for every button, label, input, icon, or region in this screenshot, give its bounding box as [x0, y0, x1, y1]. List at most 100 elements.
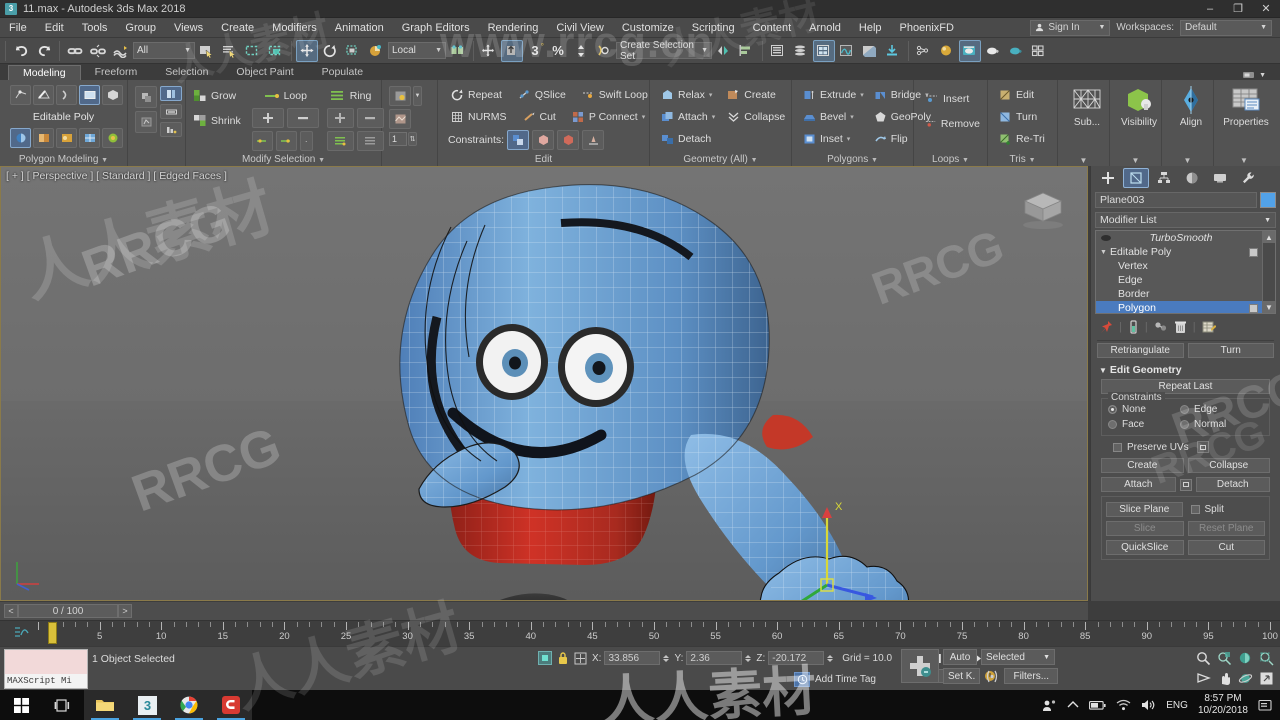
- panel-label-edit[interactable]: Edit: [438, 154, 649, 165]
- cut-button[interactable]: Cut: [1188, 540, 1266, 555]
- ribbon-tab-populate[interactable]: Populate: [308, 65, 377, 80]
- scroll-down-button[interactable]: ▼: [1263, 301, 1275, 313]
- loop-button[interactable]: Loop: [252, 86, 319, 105]
- maximize-viewport-icon[interactable]: [1257, 669, 1276, 687]
- loop-shrink-button[interactable]: [287, 108, 319, 128]
- redo-button[interactable]: [33, 40, 55, 62]
- time-tag-icon[interactable]: [794, 672, 810, 687]
- zoom-extents-icon[interactable]: [1236, 649, 1255, 667]
- start-button[interactable]: [0, 690, 42, 720]
- constraint-edge-button[interactable]: [532, 130, 554, 150]
- open-mini-curve-editor-icon[interactable]: [14, 626, 30, 642]
- fill-selection-button[interactable]: [135, 111, 157, 133]
- remove-button[interactable]: Remove: [922, 114, 983, 133]
- panel-label-polygon-modeling[interactable]: Polygon Modeling ▼: [0, 154, 127, 165]
- menu-item-rendering[interactable]: Rendering: [479, 18, 548, 38]
- battery-icon[interactable]: [1089, 700, 1106, 711]
- set-material-id-button[interactable]: [389, 86, 411, 106]
- constraint-face-radio[interactable]: Face: [1108, 419, 1170, 430]
- visibility-button[interactable]: Visibility: [1114, 82, 1164, 150]
- panel-label-polygons[interactable]: Polygons ▼: [792, 154, 913, 165]
- stack-item-polygon[interactable]: Polygon: [1096, 301, 1262, 314]
- chevron-down-icon[interactable]: ▾: [850, 113, 854, 121]
- show-hidden-icons-icon[interactable]: [1067, 700, 1079, 710]
- menu-item-create[interactable]: Create: [212, 18, 263, 38]
- camtasia-button[interactable]: [210, 690, 252, 720]
- x-spinner[interactable]: [663, 655, 669, 662]
- p-connect-button[interactable]: P Connect ▾: [569, 107, 648, 126]
- window-crossing-toggle-icon[interactable]: [265, 40, 287, 62]
- nurms-button[interactable]: NURMS: [448, 107, 510, 126]
- z-spinner[interactable]: [827, 655, 833, 662]
- loop-shift-left-button[interactable]: [252, 131, 273, 151]
- motion-tab[interactable]: [1179, 168, 1205, 188]
- utilities-tab[interactable]: [1235, 168, 1261, 188]
- zoom-region-icon[interactable]: [1257, 649, 1276, 667]
- modifier-stack[interactable]: TurboSmooth ▼ Editable Poly Vertex Edge …: [1095, 230, 1276, 314]
- menu-item-group[interactable]: Group: [116, 18, 165, 38]
- align-dropdown[interactable]: ▼: [1162, 156, 1213, 165]
- particle-view-icon[interactable]: [913, 40, 935, 62]
- ring-settings-button[interactable]: [357, 131, 384, 151]
- split-checkbox[interactable]: Split: [1191, 504, 1266, 515]
- wifi-icon[interactable]: [1116, 699, 1131, 711]
- select-and-place-icon[interactable]: [365, 40, 387, 62]
- retri-button[interactable]: Re-Tri: [996, 129, 1053, 148]
- collapse-button[interactable]: Collapse: [724, 107, 788, 126]
- angle-snap-toggle-icon[interactable]: 3 °: [524, 40, 546, 62]
- auto-key-button[interactable]: Auto: [943, 649, 977, 665]
- detach-button[interactable]: Detach: [658, 129, 718, 148]
- select-similar-button[interactable]: [135, 86, 157, 108]
- percent-snap-toggle-icon[interactable]: %: [547, 40, 569, 62]
- panel-label-modify-selection[interactable]: Modify Selection ▼: [186, 154, 381, 165]
- menu-item-civil-view[interactable]: Civil View: [547, 18, 612, 38]
- loop-options-button[interactable]: ·: [300, 131, 313, 151]
- menu-item-customize[interactable]: Customize: [613, 18, 683, 38]
- chevron-down-icon[interactable]: ▾: [709, 91, 713, 99]
- chevron-down-icon[interactable]: ▾: [712, 113, 716, 121]
- pin-stack-icon[interactable]: [1099, 320, 1113, 334]
- selection-settings-button[interactable]: [160, 122, 182, 137]
- menu-item-views[interactable]: Views: [165, 18, 212, 38]
- detach-button[interactable]: Detach: [1196, 477, 1271, 492]
- volume-icon[interactable]: [1141, 699, 1156, 711]
- create-button[interactable]: Create: [1101, 458, 1184, 473]
- file-explorer-button[interactable]: [84, 690, 126, 720]
- zoom-icon[interactable]: [1194, 649, 1213, 667]
- named-selection-set-combo[interactable]: Create Selection Set ▼: [616, 42, 712, 59]
- qslice-button[interactable]: QSlice: [515, 85, 569, 104]
- reference-coordinate-combo[interactable]: Local ▼: [388, 42, 446, 59]
- z-input[interactable]: -20.172: [768, 651, 824, 665]
- attach-button[interactable]: Attach ▾: [658, 107, 718, 126]
- x-input[interactable]: 33.856: [604, 651, 660, 665]
- pan-view-icon[interactable]: [1215, 669, 1234, 687]
- people-icon[interactable]: [1042, 699, 1057, 712]
- maxscript-output-pane[interactable]: [5, 650, 87, 674]
- similar-selection-button[interactable]: [160, 104, 182, 119]
- display-tab[interactable]: [1207, 168, 1233, 188]
- constraint-none-button[interactable]: [507, 130, 529, 150]
- align-icon[interactable]: [736, 40, 758, 62]
- visibility-dropdown[interactable]: ▼: [1110, 156, 1161, 165]
- scene-explorer-icon[interactable]: [790, 40, 812, 62]
- material-id-spinner[interactable]: ⇅: [408, 132, 417, 146]
- constraint-none-radio[interactable]: None: [1108, 404, 1170, 415]
- sign-in-button[interactable]: Sign In ▼: [1030, 20, 1110, 36]
- render-production-icon[interactable]: [1005, 40, 1027, 62]
- chevron-down-icon[interactable]: ▾: [860, 91, 864, 99]
- constraint-face-button[interactable]: [557, 130, 579, 150]
- menu-item-file[interactable]: File: [0, 18, 36, 38]
- 3dsmax-button[interactable]: 3: [126, 690, 168, 720]
- menu-item-help[interactable]: Help: [850, 18, 891, 38]
- rollup-title-edit-geometry[interactable]: ▼ Edit Geometry: [1097, 362, 1274, 379]
- vertex-sublevel-button[interactable]: [10, 85, 31, 105]
- next-frame-button[interactable]: >: [118, 604, 132, 618]
- unlink-selection-icon[interactable]: [87, 40, 109, 62]
- step-mode-button[interactable]: [160, 86, 182, 101]
- panel-label-tris[interactable]: Tris ▼: [988, 154, 1057, 165]
- subdivision-dropdown[interactable]: ▼: [1058, 156, 1109, 165]
- minimize-button[interactable]: –: [1196, 0, 1224, 18]
- stack-item-turbosmooth[interactable]: TurboSmooth: [1096, 231, 1262, 245]
- material-id-field[interactable]: 1: [389, 132, 407, 146]
- viewport-label[interactable]: [ + ] [ Perspective ] [ Standard ] [ Edg…: [6, 170, 227, 182]
